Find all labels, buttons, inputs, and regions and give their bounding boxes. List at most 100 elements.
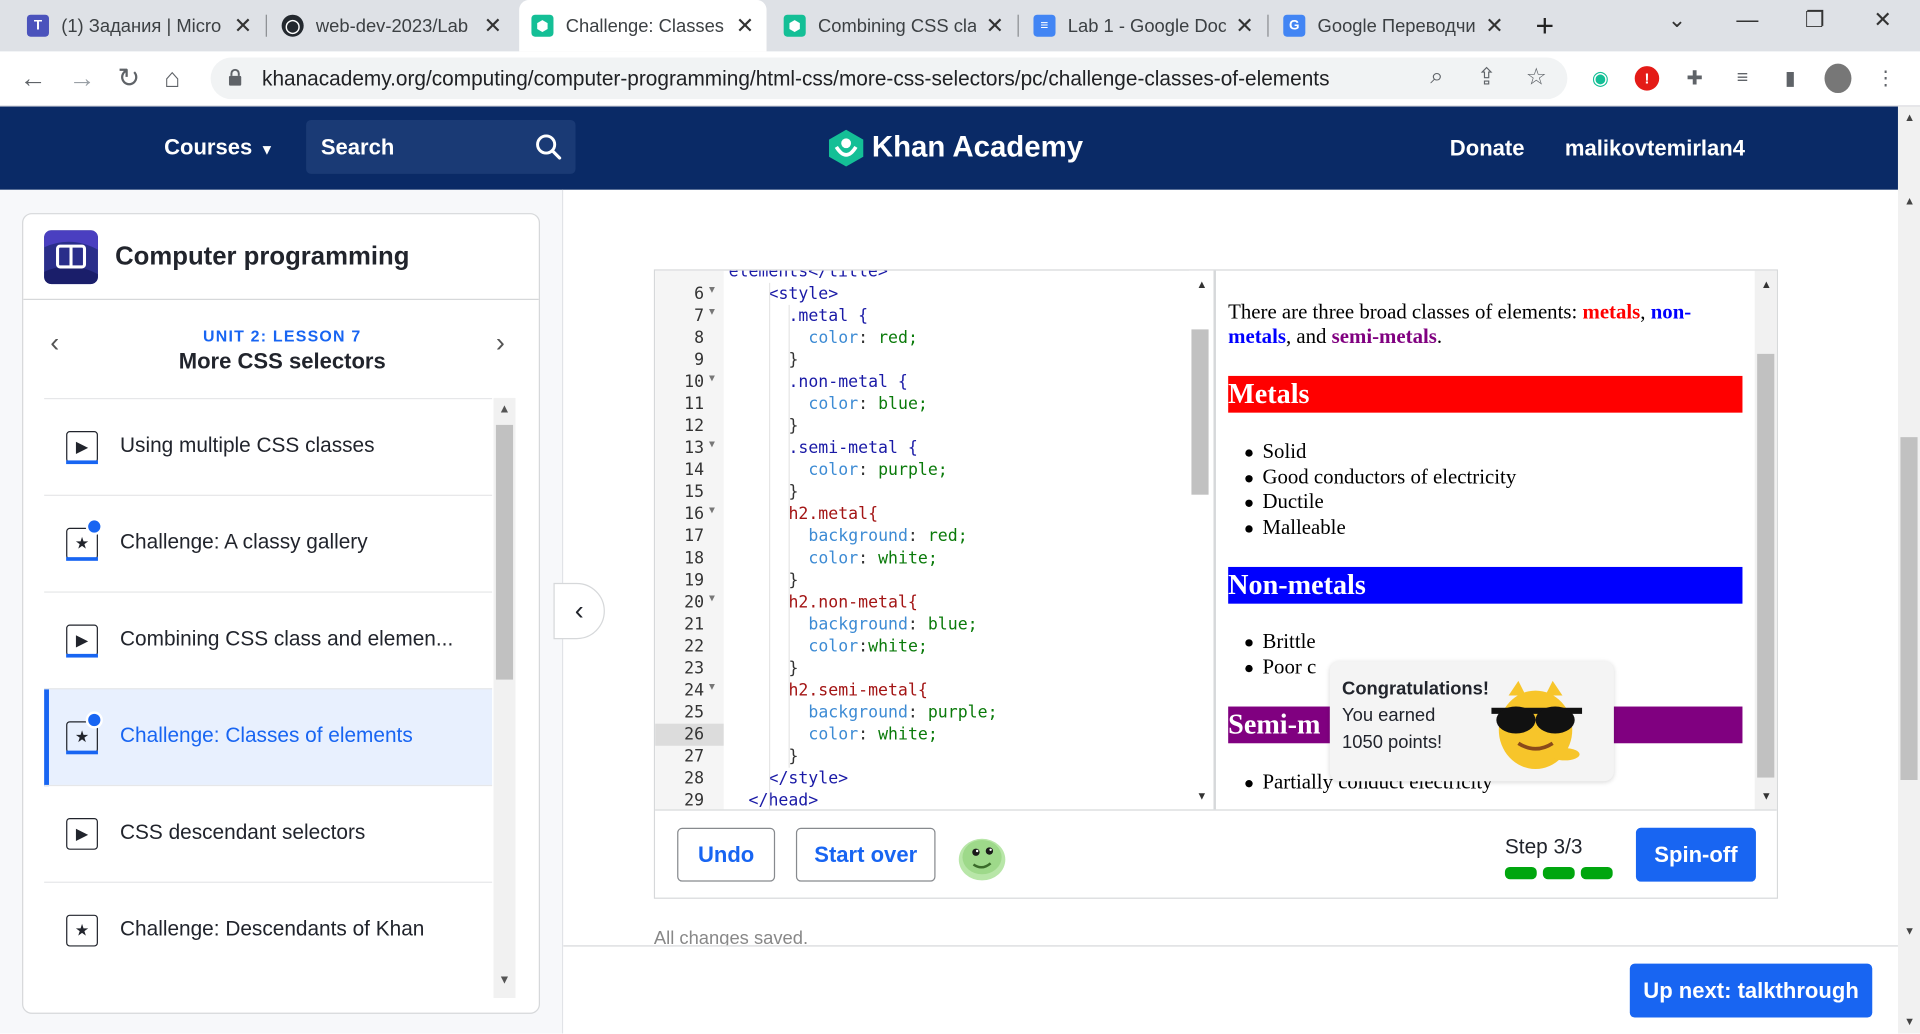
search-icon xyxy=(536,134,562,160)
browser-tab-translate[interactable]: G Google Переводчи ✕ xyxy=(1271,0,1516,51)
extension-icon[interactable]: ◉ xyxy=(1587,65,1614,92)
scroll-up-icon[interactable]: ▲ xyxy=(498,403,510,416)
fold-toggle-icon[interactable]: ▼ xyxy=(709,681,715,692)
browser-tab-combining[interactable]: ⬢ Combining CSS cla ✕ xyxy=(771,0,1016,51)
home-icon[interactable]: ⌂ xyxy=(164,62,180,94)
search-label: Search xyxy=(320,134,395,160)
hint-mascot-icon[interactable] xyxy=(956,833,1007,882)
extensions-puzzle-icon[interactable]: ✚ xyxy=(1681,65,1708,92)
search-input[interactable]: Search xyxy=(306,120,576,174)
code-line: } xyxy=(788,350,799,370)
browser-tab-challenge[interactable]: ⬢ Challenge: Classes ✕ xyxy=(519,0,767,52)
scroll-up-icon[interactable]: ▲ xyxy=(1904,111,1915,123)
close-window-icon[interactable]: ✕ xyxy=(1873,7,1891,33)
new-tab-icon[interactable]: + xyxy=(1536,7,1555,45)
close-icon[interactable]: ✕ xyxy=(1235,13,1253,39)
code-line: background: red; xyxy=(808,526,968,547)
code-line: } xyxy=(788,658,799,679)
scrollbar-thumb[interactable] xyxy=(495,424,514,680)
scroll-up-icon[interactable]: ▲ xyxy=(1761,278,1772,290)
browser-menu-icon[interactable]: ⋮ xyxy=(1872,65,1899,92)
courses-menu[interactable]: Courses ▼ xyxy=(164,135,274,161)
list-item[interactable]: ★ Challenge: A classy gallery xyxy=(44,494,493,592)
unit-label[interactable]: UNIT 2: LESSON 7 xyxy=(23,327,539,345)
start-over-button[interactable]: Start over xyxy=(795,827,936,882)
scroll-up-icon[interactable]: ▲ xyxy=(1196,278,1207,290)
list-item: Solid xyxy=(1245,440,1516,465)
minimize-icon[interactable]: — xyxy=(1736,7,1758,33)
share-icon[interactable]: ⇪ xyxy=(1477,64,1496,92)
list-item-current[interactable]: ★ Challenge: Classes of elements xyxy=(44,688,493,787)
code-editor-panel: elements</title> 6 ▼ <style> 7 ▼ .metal {8 col… xyxy=(653,269,1778,899)
scroll-down-icon[interactable]: ▼ xyxy=(1196,790,1207,802)
scroll-down-icon[interactable]: ▼ xyxy=(498,973,510,986)
fold-toggle-icon[interactable]: ▼ xyxy=(709,438,715,449)
list-item[interactable]: ▶ Combining CSS class and elemen... xyxy=(44,591,493,688)
chevron-right-icon[interactable]: › xyxy=(496,327,505,359)
close-icon[interactable]: ✕ xyxy=(484,13,502,39)
reading-list-icon[interactable]: ≡ xyxy=(1729,65,1756,92)
scrollbar-thumb[interactable] xyxy=(1900,437,1918,781)
up-next-button[interactable]: Up next: talkthrough xyxy=(1629,963,1873,1018)
list-item[interactable]: ★ Challenge: Descendants of Khan xyxy=(44,881,493,979)
preview-scrollbar[interactable]: ▲ ▼ xyxy=(1754,270,1777,810)
scrollbar-thumb[interactable] xyxy=(1757,353,1775,778)
browser-tab-github[interactable]: ◯ web-dev-2023/Lab ✕ xyxy=(269,0,514,51)
browser-tab-teams[interactable]: T (1) Задания | Micro ✕ xyxy=(15,0,265,51)
scroll-up-icon[interactable]: ▲ xyxy=(1904,195,1915,207)
tab-search-icon[interactable]: ⌄ xyxy=(1668,7,1686,33)
khan-academy-logo[interactable]: Khan Academy xyxy=(828,129,1083,168)
profile-avatar[interactable] xyxy=(1824,63,1852,94)
tab-title: Lab 1 - Google Doc xyxy=(1067,15,1226,37)
sidebar-scrollbar[interactable]: ▲ ▼ xyxy=(493,397,516,998)
bookmark-star-icon[interactable]: ☆ xyxy=(1526,64,1547,92)
scroll-down-icon[interactable]: ▼ xyxy=(1761,790,1772,802)
toast-title: Congratulations! xyxy=(1342,678,1489,700)
scroll-down-icon[interactable]: ▼ xyxy=(1904,924,1915,936)
spin-off-button[interactable]: Spin-off xyxy=(1635,827,1756,882)
user-menu[interactable]: malikovtemirlan4 xyxy=(1565,136,1745,162)
unit-navigation: ‹ UNIT 2: LESSON 7 More CSS selectors › xyxy=(23,300,539,398)
sunglasses-mascot-icon xyxy=(1491,680,1583,769)
tab-title: (1) Задания | Micro xyxy=(61,15,222,37)
list-item[interactable]: ▶ CSS descendant selectors xyxy=(44,784,493,882)
line-number: 14 xyxy=(684,460,705,481)
code-line: background: purple; xyxy=(808,702,998,723)
list-item: Brittle xyxy=(1245,629,1316,653)
undo-button[interactable]: Undo xyxy=(677,827,776,882)
address-bar[interactable]: khanacademy.org/computing/computer-progr… xyxy=(210,57,1568,100)
line-number: 21 xyxy=(684,614,705,635)
fold-toggle-icon[interactable]: ▼ xyxy=(709,504,715,515)
scroll-down-icon[interactable]: ▼ xyxy=(1904,1015,1915,1027)
course-title[interactable]: Computer programming xyxy=(115,242,409,271)
fold-toggle-icon[interactable]: ▼ xyxy=(709,306,715,317)
code-editor[interactable]: elements</title> 6 ▼ <style> 7 ▼ .metal {8 col… xyxy=(655,270,1213,810)
reload-icon[interactable]: ↻ xyxy=(118,62,141,94)
code-line: .metal { xyxy=(788,306,869,326)
browser-tab-docs[interactable]: ≡ Lab 1 - Google Doc ✕ xyxy=(1021,0,1266,51)
scrollbar-thumb[interactable] xyxy=(1191,329,1209,495)
close-icon[interactable]: ✕ xyxy=(986,13,1004,39)
code-line: color: red; xyxy=(808,328,918,348)
course-book-icon xyxy=(44,230,98,285)
side-panel-icon[interactable]: ▮ xyxy=(1777,65,1804,92)
close-icon[interactable]: ✕ xyxy=(1485,13,1503,39)
tab-separator xyxy=(265,14,267,37)
zoom-icon[interactable]: ⌕ xyxy=(1430,64,1443,91)
logo-text: Khan Academy xyxy=(871,131,1084,165)
list-item[interactable]: ▶ Using multiple CSS classes xyxy=(44,397,493,495)
lesson-title[interactable]: More CSS selectors xyxy=(23,349,539,375)
donate-link[interactable]: Donate xyxy=(1450,136,1525,162)
restore-icon[interactable]: ❐ xyxy=(1805,7,1825,33)
fold-toggle-icon[interactable]: ▼ xyxy=(709,372,715,383)
fold-toggle-icon[interactable]: ▼ xyxy=(709,593,715,604)
close-icon[interactable]: ✕ xyxy=(234,13,252,39)
close-icon[interactable]: ✕ xyxy=(736,13,754,39)
page-scrollbar[interactable]: ▲ ▲ ▼ ▼ xyxy=(1897,106,1920,1034)
congratulations-toast[interactable]: Congratulations! You earned 1050 points! xyxy=(1329,661,1614,782)
code-scrollbar[interactable]: ▲ ▼ xyxy=(1188,270,1214,810)
back-icon[interactable]: ← xyxy=(20,62,47,94)
fold-toggle-icon[interactable]: ▼ xyxy=(709,284,715,295)
adblock-icon[interactable]: ! xyxy=(1633,65,1660,92)
forward-icon[interactable]: → xyxy=(69,62,96,94)
